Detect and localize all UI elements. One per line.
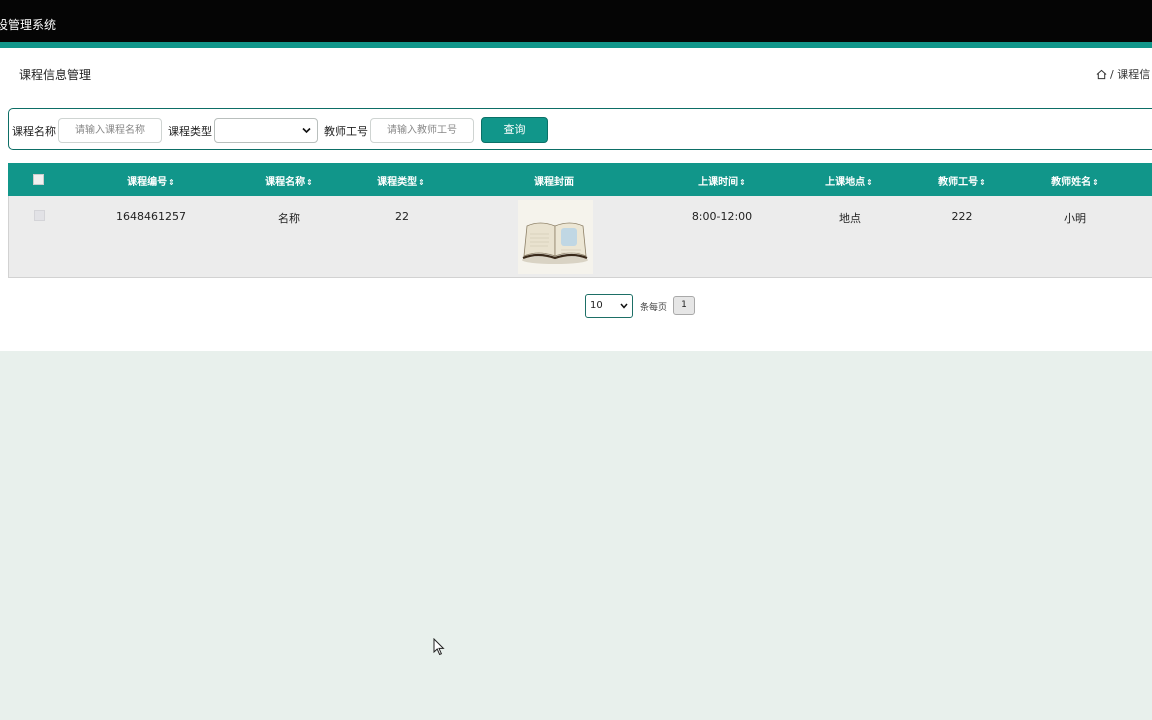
chevron-down-icon [620, 303, 628, 309]
cell-course-id: 1648461257 [116, 210, 186, 223]
teacher-id-label: 教师工号 [324, 125, 368, 138]
chevron-down-icon [302, 127, 311, 134]
table-row[interactable]: 1648461257 名称 22 8:00-12:00 地点 222 小明 [8, 196, 1152, 278]
page-number-button[interactable]: 1 [673, 296, 695, 315]
search-panel: 课程名称 请输入课程名称 课程类型 教师工号 请输入教师工号 查询 [8, 108, 1152, 150]
per-page-label: 条每页 [640, 303, 668, 313]
table-header: 课程编号⇕ 课程名称⇕ 课程类型⇕ 课程封面 上课时间⇕ 上课地点⇕ 教师工号⇕… [8, 163, 1152, 196]
select-all-checkbox[interactable] [33, 174, 44, 185]
page-size-select[interactable]: 10 [585, 294, 633, 318]
header-teacher-name[interactable]: 教师姓名⇕ [1051, 173, 1099, 188]
cell-class-time: 8:00-12:00 [691, 210, 753, 223]
cell-teacher-name: 小明 [1064, 212, 1086, 225]
top-navbar: 设管理系统 [0, 0, 1152, 42]
page-title: 课程信息管理 [19, 68, 92, 82]
page-size-value: 10 [590, 300, 603, 311]
teacher-id-input[interactable]: 请输入教师工号 [370, 118, 474, 143]
cell-course-type: 22 [395, 210, 409, 223]
header-course-name[interactable]: 课程名称⇕ [265, 173, 313, 188]
cell-location: 地点 [839, 212, 861, 225]
course-name-input[interactable]: 请输入课程名称 [58, 118, 162, 143]
main-content: 课程信息管理 / 课程信 课程名称 请输入课程名称 课程类型 教师工号 请输入教… [0, 48, 1152, 351]
header-course-cover: 课程封面 [534, 177, 574, 188]
header-course-id[interactable]: 课程编号⇕ [127, 173, 175, 188]
header-location[interactable]: 上课地点⇕ [825, 173, 873, 188]
course-cover-image[interactable] [518, 200, 593, 274]
home-icon[interactable] [1096, 69, 1107, 80]
header-teacher-id[interactable]: 教师工号⇕ [938, 173, 986, 188]
cell-course-name: 名称 [278, 212, 300, 225]
row-checkbox[interactable] [34, 210, 45, 221]
app-title: 设管理系统 [0, 18, 57, 32]
open-book-image [518, 200, 593, 274]
mouse-cursor-icon [433, 638, 445, 656]
breadcrumb-text: / 课程信 [1110, 68, 1151, 81]
cell-teacher-id: 222 [951, 210, 973, 223]
course-type-select[interactable] [214, 118, 318, 143]
breadcrumb: / 课程信 [1096, 66, 1150, 82]
course-type-label: 课程类型 [168, 125, 212, 138]
header-class-time[interactable]: 上课时间⇕ [698, 173, 746, 188]
course-table: 课程编号⇕ 课程名称⇕ 课程类型⇕ 课程封面 上课时间⇕ 上课地点⇕ 教师工号⇕… [8, 163, 1152, 279]
course-name-label: 课程名称 [12, 125, 56, 138]
query-button[interactable]: 查询 [481, 117, 548, 143]
header-course-type[interactable]: 课程类型⇕ [377, 173, 425, 188]
